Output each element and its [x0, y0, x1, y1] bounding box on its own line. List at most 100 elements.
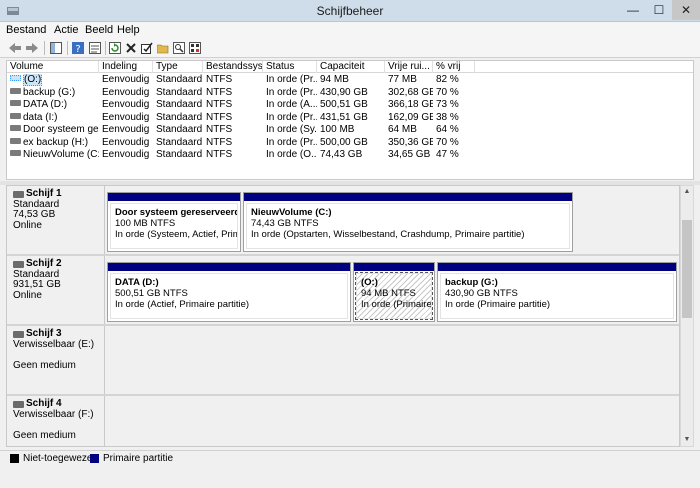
partition-block[interactable]: (O:)94 MB NTFSIn orde (Primaire pa — [353, 262, 435, 322]
disk-type: Verwisselbaar (F:) — [13, 408, 94, 420]
disk-state: Online — [13, 289, 42, 301]
table-row[interactable]: Door systeem gere...Eenvoudig StandaardNT… — [7, 124, 693, 137]
table-row[interactable]: (O:) Eenvoudig Standaard NTFS In orde (Pr...… — [7, 74, 693, 87]
cell-status: In orde (Sy... — [266, 124, 317, 135]
cell-type: Standaard — [156, 136, 203, 148]
disk-label[interactable]: Schijf 1 Standaard 74,53 GB Online — [7, 186, 105, 254]
menu-beeld[interactable]: Beeld — [85, 24, 113, 36]
menu-help[interactable]: Help — [117, 24, 140, 36]
partition-name: (O:) — [361, 277, 378, 288]
disk-row: Schijf 2 Standaard 931,51 GB Online DATA (D:… — [7, 256, 679, 326]
cell-procent-vrij: 47 % — [436, 149, 459, 160]
disk-partition-area — [105, 326, 679, 394]
maximize-button[interactable]: ☐ — [646, 0, 672, 20]
explore-icon[interactable] — [172, 41, 186, 55]
disk-row: Schijf 3 Verwisselbaar (E:) Geen medium — [7, 326, 679, 396]
partition-block[interactable]: NieuwVolume (C:) 74,43 GB NTFS In orde (Op… — [243, 192, 573, 252]
vertical-scrollbar[interactable]: ▲ ▼ — [680, 185, 694, 447]
partition-details: backup (G:) 430,90 GB NTFS In orde (Primai… — [440, 273, 674, 319]
show-hide-tree-icon[interactable] — [49, 41, 63, 55]
table-row[interactable]: data (I:) Eenvoudig Standaard NTFS In orde (… — [7, 112, 693, 125]
disk-label[interactable]: Schijf 4 Verwisselbaar (F:) Geen medium — [7, 396, 105, 446]
partition-details: (O:)94 MB NTFSIn orde (Primaire pa — [355, 272, 433, 320]
properties-icon[interactable] — [88, 41, 102, 55]
disk-state: Geen medium — [13, 429, 76, 441]
disk-partition-area: Door systeem gereserveerd 100 MB NTFS In o… — [105, 186, 679, 254]
disk-label[interactable]: Schijf 2 Standaard 931,51 GB Online — [7, 256, 105, 324]
table-row[interactable]: backup (G:) Eenvoudig Standaard NTFS In orde… — [7, 87, 693, 100]
cell-volume: backup (G:) — [7, 87, 99, 99]
back-icon[interactable] — [8, 41, 22, 55]
partition-block[interactable]: DATA (D:) 500,51 GB NTFS In orde (Actief, … — [107, 262, 351, 322]
cell-status: In orde (Pr... — [266, 74, 317, 85]
disk-state: Geen medium — [13, 359, 76, 371]
legend-primary-partition: Primaire partitie — [90, 453, 173, 464]
partition-name: NieuwVolume (C:) — [251, 207, 332, 218]
partition-block[interactable]: backup (G:) 430,90 GB NTFS In orde (Primai… — [437, 262, 677, 322]
menu-actie[interactable]: Actie — [54, 24, 78, 36]
partition-block[interactable]: Door systeem gereserveerd 100 MB NTFS In o… — [107, 192, 241, 252]
column-header-capaciteit[interactable]: Capaciteit — [317, 61, 385, 73]
volume-name: backup (G:) — [23, 86, 76, 98]
column-header-bestandssysteem[interactable]: Bestandssys... — [203, 61, 263, 73]
cell-vrije-ruimte: 366,18 GB — [388, 99, 433, 110]
disk-size — [13, 420, 104, 431]
delete-icon[interactable] — [124, 41, 138, 55]
scroll-down-icon[interactable]: ▼ — [681, 434, 693, 446]
cell-status: In orde (Pr... — [266, 136, 317, 148]
cell-capaciteit: 430,90 GB — [320, 86, 368, 98]
disk-icon — [13, 400, 24, 408]
forward-icon[interactable] — [25, 41, 39, 55]
volume-icon — [10, 125, 21, 132]
column-header-volume[interactable]: Volume — [7, 61, 99, 73]
volume-name: (O:) — [23, 74, 43, 86]
open-icon[interactable] — [156, 41, 170, 55]
partition-details: DATA (D:) 500,51 GB NTFS In orde (Actief, … — [110, 273, 348, 319]
disk-label[interactable]: Schijf 3 Verwisselbaar (E:) Geen medium — [7, 326, 105, 394]
disk-type: Verwisselbaar (E:) — [13, 338, 95, 350]
scroll-up-icon[interactable]: ▲ — [681, 186, 693, 198]
toolbar-separator — [44, 41, 45, 55]
partition-status: In orde (Opstarten, Wisselbestand, Crash… — [251, 229, 525, 240]
cell-capaciteit: 500,51 GB — [320, 99, 368, 110]
cell-type: Standaard — [156, 111, 203, 123]
disk-icon — [13, 330, 24, 338]
partition-details: NieuwVolume (C:) 74,43 GB NTFS In orde (Op… — [246, 203, 570, 249]
settings-icon[interactable] — [188, 41, 202, 55]
table-row[interactable]: ex backup (H:) Eenvoudig Standaard NTFS In o… — [7, 137, 693, 150]
volume-icon — [10, 137, 21, 144]
minimize-button[interactable]: — — [620, 0, 646, 20]
cell-vrije-ruimte: 64 MB — [388, 124, 417, 135]
cell-volume: NieuwVolume (C:) — [7, 149, 99, 161]
toolbar: ? — [0, 38, 700, 58]
cell-bestandssysteem: NTFS — [206, 86, 233, 98]
cell-vrije-ruimte: 350,36 GB — [388, 136, 433, 148]
cell-procent-vrij: 82 % — [436, 74, 459, 85]
cell-bestandssysteem: NTFS — [206, 149, 233, 160]
column-header-status[interactable]: Status — [263, 61, 317, 73]
scrollbar-thumb[interactable] — [682, 220, 692, 318]
check-icon[interactable] — [140, 41, 154, 55]
cell-status: In orde (Pr... — [266, 111, 317, 123]
close-button[interactable]: ✕ — [672, 0, 700, 20]
cell-capaciteit: 94 MB — [320, 74, 349, 85]
column-header-vrije-ruimte[interactable]: Vrije rui... — [385, 61, 433, 73]
disk-name: Schijf 2 — [26, 258, 62, 269]
cell-type: Standaard — [156, 99, 203, 110]
volume-list[interactable]: Volume Indeling Type Bestandssys... Stat… — [6, 60, 694, 180]
primary-partition-bar — [108, 263, 350, 271]
column-header-type[interactable]: Type — [153, 61, 203, 73]
refresh-icon[interactable] — [108, 41, 122, 55]
table-row[interactable]: DATA (D:) Eenvoudig Standaard NTFS In orde (… — [7, 99, 693, 112]
cell-type: Standaard — [156, 124, 203, 135]
cell-volume: Door systeem gere... — [7, 124, 99, 136]
table-row[interactable]: NieuwVolume (C:) Eenvoudig Standaard NTFS In… — [7, 149, 693, 162]
legend-label-primary-partition: Primaire partitie — [103, 453, 174, 464]
cell-type: Standaard — [156, 86, 203, 98]
menu-bestand[interactable]: Bestand — [6, 24, 46, 36]
help-icon[interactable]: ? — [71, 41, 85, 55]
partition-status: In orde (Primaire pa — [361, 299, 432, 310]
column-header-procent-vrij[interactable]: % vrij — [433, 61, 475, 73]
cell-procent-vrij: 38 % — [436, 111, 459, 123]
column-header-indeling[interactable]: Indeling — [99, 61, 153, 73]
